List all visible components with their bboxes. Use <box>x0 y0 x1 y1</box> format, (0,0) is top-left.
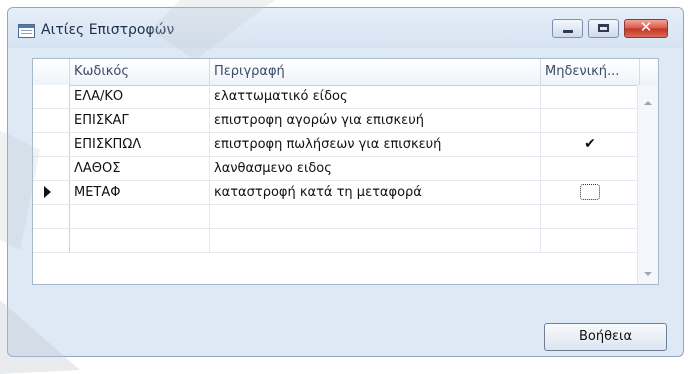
table-row[interactable] <box>33 229 640 253</box>
table-row[interactable]: ΕΠΙΣΚΠΩΛ επιστροφη πωλήσεων για επισκευή ✔ <box>33 133 640 157</box>
row-selector[interactable] <box>33 205 70 228</box>
cell-code[interactable] <box>70 229 210 252</box>
scroll-down-icon[interactable] <box>644 272 652 276</box>
cell-description[interactable] <box>210 229 541 252</box>
cell-zero[interactable] <box>541 109 640 132</box>
row-selector[interactable] <box>33 133 70 156</box>
table-icon <box>18 24 35 38</box>
maximize-icon <box>598 24 609 32</box>
row-selector[interactable] <box>33 229 70 252</box>
close-icon: ✕ <box>639 18 653 36</box>
row-selector[interactable] <box>33 109 70 132</box>
grid-header: Κωδικός Περιγραφή Μηδενική... <box>33 59 658 86</box>
current-row-arrow-icon <box>44 186 51 198</box>
help-button[interactable]: Βοήθεια <box>544 323 667 351</box>
window-title: Αιτίες Επιστροφών <box>41 22 175 38</box>
column-header-code[interactable]: Κωδικός <box>70 59 210 85</box>
column-header-description[interactable]: Περιγραφή <box>210 59 541 85</box>
cell-description[interactable]: ελαττωματικό είδος <box>210 85 541 108</box>
row-selector[interactable] <box>33 85 70 108</box>
focused-checkbox[interactable] <box>580 184 600 200</box>
close-button[interactable]: ✕ <box>624 18 668 38</box>
cell-description[interactable] <box>210 205 541 228</box>
row-selector[interactable] <box>33 157 70 180</box>
table-row[interactable] <box>33 205 640 229</box>
table-row[interactable]: ΛΑΘΟΣ λανθασμενο ειδος <box>33 157 640 181</box>
cell-code[interactable] <box>70 205 210 228</box>
vertical-scrollbar[interactable] <box>637 85 658 284</box>
cell-description[interactable]: επιστροφη πωλήσεων για επισκευή <box>210 133 541 156</box>
table-row[interactable]: ΜΕΤΑΦ καταστροφή κατά τη μεταφορά <box>33 181 640 205</box>
header-row-selector <box>33 59 70 85</box>
cell-description[interactable]: καταστροφή κατά τη μεταφορά <box>210 181 541 204</box>
cell-zero[interactable] <box>541 157 640 180</box>
table-row[interactable]: ΕΛΑ/ΚΟ ελαττωματικό είδος <box>33 85 640 109</box>
cell-zero[interactable]: ✔ <box>541 133 640 156</box>
cell-code[interactable]: ΕΠΙΣΚΑΓ <box>70 109 210 132</box>
title-bar[interactable]: Αιτίες Επιστροφών ✕ <box>8 8 683 48</box>
scroll-up-icon[interactable] <box>644 101 652 105</box>
cell-zero[interactable] <box>541 205 640 228</box>
column-header-zero[interactable]: Μηδενική... <box>541 59 640 85</box>
minimize-button[interactable] <box>552 19 583 38</box>
table-row[interactable]: ΕΠΙΣΚΑΓ επιστροφη αγορών για επισκευή <box>33 109 640 133</box>
cell-code[interactable]: ΕΛΑ/ΚΟ <box>70 85 210 108</box>
cell-zero[interactable] <box>541 181 640 204</box>
maximize-button[interactable] <box>588 19 619 38</box>
minimize-icon <box>563 30 573 33</box>
row-selector[interactable] <box>33 181 70 204</box>
checkmark-icon: ✔ <box>584 136 596 152</box>
cell-code[interactable]: ΜΕΤΑΦ <box>70 181 210 204</box>
cell-code[interactable]: ΕΠΙΣΚΠΩΛ <box>70 133 210 156</box>
cell-zero[interactable] <box>541 85 640 108</box>
cell-description[interactable]: λανθασμενο ειδος <box>210 157 541 180</box>
dialog-window: Αιτίες Επιστροφών ✕ Κωδικός Περιγραφή Μη… <box>7 7 684 357</box>
reasons-grid: Κωδικός Περιγραφή Μηδενική... ΕΛΑ/ΚΟ ελατ… <box>32 58 659 285</box>
cell-code[interactable]: ΛΑΘΟΣ <box>70 157 210 180</box>
cell-description[interactable]: επιστροφη αγορών για επισκευή <box>210 109 541 132</box>
cell-zero[interactable] <box>541 229 640 252</box>
